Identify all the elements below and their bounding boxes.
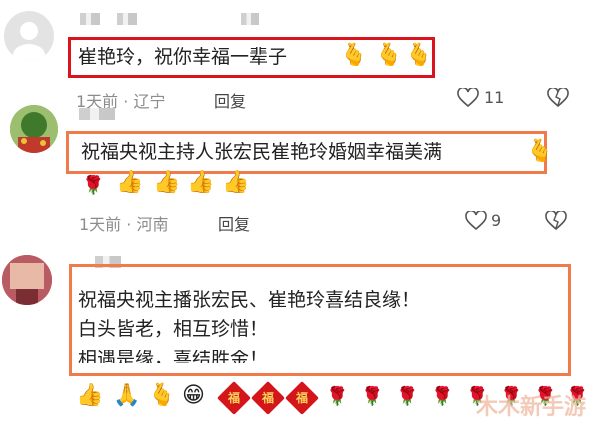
meta-separator: · (126, 215, 132, 234)
fu-sticker: 福 (217, 381, 251, 415)
dislike-icon[interactable] (547, 86, 569, 112)
dislike-icon[interactable] (545, 209, 567, 235)
comment-text: 祝福央视主持人张宏民崔艳玲婚姻幸福美满 (81, 141, 443, 163)
like-icon[interactable] (457, 86, 479, 112)
thumbs-up-emoji: 👍 (187, 170, 215, 195)
avatar[interactable] (10, 105, 58, 153)
comment-meta: 1天前 · 河南 (79, 211, 168, 235)
meta-separator: · (123, 92, 129, 111)
thumbs-up-emoji: 👍 (222, 170, 250, 195)
comment-text: 崔艳玲，祝你幸福一辈子 (78, 46, 288, 68)
finger-heart-emoji: 🫰 (375, 43, 403, 68)
finger-heart-emoji: 🫰 (340, 43, 368, 68)
comment-text-line: 白头皆老，相互珍惜！ (78, 318, 269, 340)
finger-heart-emoji: 🫰 (405, 43, 433, 68)
like-icon[interactable] (465, 209, 487, 235)
rose-emoji: 🌹 (361, 386, 384, 407)
comment-text-line: 祝福央视主播张宏民、崔艳玲喜结良缘！ (78, 289, 421, 311)
pray-emoji: 🙏 (113, 383, 141, 408)
username-redacted (117, 13, 137, 25)
avatar[interactable] (4, 11, 54, 61)
rose-emoji: 🌹 (396, 386, 419, 407)
comment-location: 河南 (136, 215, 169, 234)
username-redacted (79, 108, 115, 120)
username-redacted (80, 13, 100, 25)
comment-time: 1天前 (79, 215, 122, 234)
reply-button[interactable]: 回复 (214, 88, 246, 112)
grin-emoji: 😁 (182, 383, 205, 408)
comment-location: 辽宁 (133, 92, 166, 111)
avatar[interactable] (2, 255, 52, 305)
like-count: 11 (484, 88, 505, 107)
rose-emoji: 🌹 (431, 386, 454, 407)
watermark: 木木新手游 (475, 395, 586, 420)
fu-sticker: 福 (285, 381, 319, 415)
username-redacted (241, 13, 259, 25)
thumbs-up-emoji: 👍 (76, 383, 104, 408)
reply-button[interactable]: 回复 (218, 211, 250, 235)
finger-heart-emoji: 🫰 (526, 139, 554, 164)
rose-emoji: 🌹 (326, 386, 349, 407)
rose-emoji: 🌹 (82, 175, 105, 196)
finger-heart-emoji: 🫰 (148, 383, 176, 408)
like-count: 9 (491, 211, 502, 230)
thumbs-up-emoji: 👍 (153, 170, 181, 195)
thumbs-up-emoji: 👍 (116, 170, 144, 195)
fu-sticker: 福 (251, 381, 285, 415)
